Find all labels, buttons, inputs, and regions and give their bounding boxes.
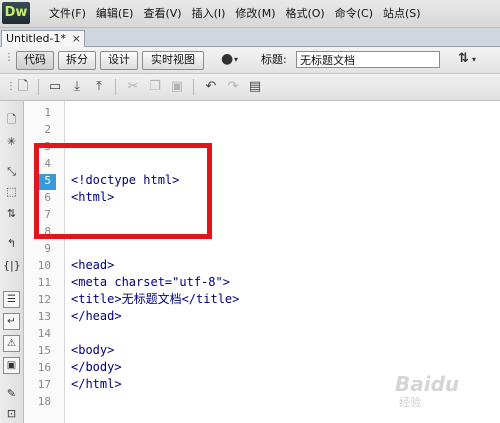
chevron-down-icon[interactable]: ▾ — [234, 55, 238, 64]
document-toolbar: ⋮ 代码 拆分 设计 实时视图 ● ▾ 标题: ⇅ ▾ — [0, 47, 500, 74]
code-line[interactable]: <title>无标题文档</title> — [71, 291, 239, 308]
line-number: 18 — [37, 395, 51, 408]
code-line[interactable]: <meta charset="utf-8"> — [71, 274, 230, 291]
collapse-selection-icon[interactable]: ⤡ — [3, 163, 20, 180]
sort-arrows-icon[interactable]: ⇅ — [458, 51, 469, 66]
line-number: 12 — [37, 293, 51, 306]
line-number: 16 — [37, 361, 51, 374]
standard-toolbar: ⋮ 🗋 ▭ ⤓ ⤒ ✂ ❐ ▣ ↶ ↷ ▤ — [0, 74, 500, 101]
open-folder-icon[interactable]: ▭ — [46, 78, 64, 96]
chevron-down-icon[interactable]: ▾ — [472, 55, 476, 64]
expand-all-icon[interactable]: ⬚ — [3, 183, 20, 200]
toolbar-separator — [115, 79, 116, 95]
close-tab-icon[interactable]: × — [72, 31, 81, 46]
menu-format[interactable]: 格式(O) — [280, 0, 329, 27]
paste-icon[interactable]: ▣ — [168, 78, 186, 96]
split-view-button[interactable]: 拆分 — [58, 51, 96, 70]
syntax-error-alerts-icon[interactable]: ⚠ — [3, 335, 20, 352]
menu-commands[interactable]: 命令(C) — [330, 0, 378, 27]
apply-comment-icon[interactable]: ▣ — [3, 357, 20, 374]
new-document-icon[interactable]: 🗋 — [14, 78, 32, 96]
title-input[interactable] — [296, 51, 440, 68]
download-icon[interactable]: ⤓ — [68, 78, 86, 96]
balance-braces-icon[interactable]: ↰ — [3, 235, 20, 252]
code-line[interactable]: </head> — [71, 308, 122, 325]
menu-file[interactable]: 文件(F) — [44, 0, 91, 27]
code-line[interactable]: <body> — [71, 342, 114, 359]
redo-icon[interactable]: ↷ — [224, 78, 242, 96]
save-icon[interactable]: ▤ — [246, 78, 264, 96]
globe-icon[interactable]: ● — [221, 51, 233, 67]
line-number: 17 — [37, 378, 51, 391]
line-number: 1 — [44, 106, 51, 119]
watermark-main: Baidu — [395, 372, 460, 396]
line-number: 9 — [44, 242, 51, 255]
line-number: 11 — [37, 276, 51, 289]
baidu-watermark: Baidu 经验 — [395, 372, 497, 420]
document-tab-bar: Untitled-1* × — [0, 28, 500, 47]
code-line[interactable]: </html> — [71, 376, 122, 393]
cut-icon[interactable]: ✂ — [124, 78, 142, 96]
menu-items: 文件(F) 编辑(E) 查看(V) 插入(I) 修改(M) 格式(O) 命令(C… — [44, 0, 426, 27]
upload-icon[interactable]: ⤒ — [90, 78, 108, 96]
select-parent-tag-icon[interactable]: ⇅ — [3, 205, 20, 222]
word-wrap-icon[interactable]: ↵ — [3, 313, 20, 330]
code-view-button[interactable]: 代码 — [16, 51, 54, 70]
menu-modify[interactable]: 修改(M) — [230, 0, 280, 27]
copy-icon[interactable]: ❐ — [146, 78, 164, 96]
coding-toolbar: 🗋 ✳ ⤡ ⬚ ⇅ ↰ {|} ☰ ↵ ⚠ ▣ ✎ ⊡ — [0, 101, 24, 423]
annotation-highlight-box — [34, 143, 212, 239]
line-numbers-icon[interactable]: {|} — [3, 257, 21, 274]
collapse-full-tag-icon[interactable]: ✳ — [3, 133, 20, 150]
menu-view[interactable]: 查看(V) — [138, 0, 186, 27]
design-view-button[interactable]: 设计 — [100, 51, 138, 70]
watermark-sub: 经验 — [399, 396, 421, 409]
title-label: 标题: — [261, 53, 287, 66]
line-number: 14 — [37, 327, 51, 340]
toolbar-separator — [38, 79, 39, 95]
open-documents-icon[interactable]: 🗋 — [3, 111, 20, 128]
menu-bar: Dw 文件(F) 编辑(E) 查看(V) 插入(I) 修改(M) 格式(O) 命… — [0, 0, 500, 28]
undo-icon[interactable]: ↶ — [202, 78, 220, 96]
line-number: 2 — [44, 123, 51, 136]
code-line[interactable]: </body> — [71, 359, 122, 376]
wrap-tag-icon[interactable]: ⊡ — [3, 405, 20, 422]
menu-insert[interactable]: 插入(I) — [187, 0, 231, 27]
dreamweaver-logo: Dw — [2, 2, 30, 24]
line-number: 13 — [37, 310, 51, 323]
menu-site[interactable]: 站点(S) — [378, 0, 426, 27]
toolbar-separator — [193, 79, 194, 95]
menu-edit[interactable]: 编辑(E) — [91, 0, 139, 27]
line-number: 10 — [37, 259, 51, 272]
line-number: 15 — [37, 344, 51, 357]
highlight-invalid-code-icon[interactable]: ☰ — [3, 291, 20, 308]
code-line[interactable]: <head> — [71, 257, 114, 274]
document-tab[interactable]: Untitled-1* × — [1, 30, 85, 47]
remove-comment-icon[interactable]: ✎ — [3, 385, 20, 402]
grip-icon: ⋮ — [4, 52, 14, 63]
document-tab-name: Untitled-1* — [6, 32, 66, 45]
live-view-button[interactable]: 实时视图 — [142, 51, 204, 70]
